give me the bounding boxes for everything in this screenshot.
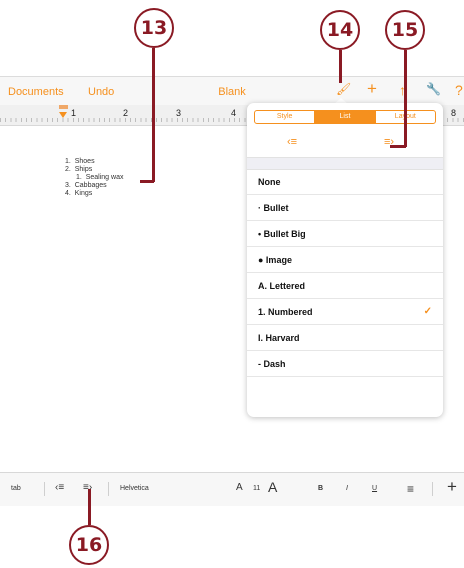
list-option-dash[interactable]: - Dash [247, 351, 443, 377]
list-option-label: • Bullet Big [258, 229, 306, 239]
list-item[interactable]: 1. Sealing wax [76, 174, 123, 181]
ruler-number: 2 [123, 108, 129, 118]
font-button[interactable]: Helvetica [120, 485, 149, 492]
callout-14-leader [339, 50, 342, 83]
list-option-label: I. Harvard [258, 333, 300, 343]
list-option-label: None [258, 177, 281, 187]
callout-15: 15 [385, 10, 425, 50]
italic-button[interactable]: I [346, 485, 348, 492]
insert-icon[interactable]: + [447, 477, 457, 497]
decrease-font-size-button[interactable]: A [236, 482, 243, 493]
add-icon[interactable]: + [367, 79, 377, 99]
list-option-bullet-big[interactable]: • Bullet Big [247, 221, 443, 247]
list-option-none[interactable]: None [247, 169, 443, 195]
callout-16: 16 [69, 525, 109, 565]
ruler-number: 4 [231, 108, 237, 118]
list-option-numbered[interactable]: 1. Numbered ✓ [247, 299, 443, 325]
callout-16-leader [88, 489, 91, 525]
format-segmented-control: Style List Layout [254, 110, 436, 124]
list-option-bullet[interactable]: · Bullet [247, 195, 443, 221]
list-option-lettered[interactable]: A. Lettered [247, 273, 443, 299]
list-item[interactable]: 4. Kings [65, 190, 92, 197]
format-popover: Style List Layout ‹≡ ≡› None · Bullet • … [247, 103, 443, 417]
callout-15-label: 15 [391, 19, 419, 41]
ruler-tab-stop[interactable] [59, 112, 67, 118]
align-icon[interactable]: ≡ [407, 482, 414, 496]
callout-13-leader [152, 48, 155, 182]
pages-app-screen: Documents Undo Blank 🖌 + ↑ 🔧 ? 1 2 3 4 8… [0, 76, 464, 506]
list-item[interactable]: 3. Cabbages [65, 182, 107, 189]
callout-14-label: 14 [326, 19, 354, 41]
indent-controls: ‹≡ ≡› [247, 131, 443, 158]
list-style-options: None · Bullet • Bullet Big ● Image A. Le… [247, 169, 443, 377]
ruler-number: 8 [451, 108, 457, 118]
tab-style[interactable]: Style [255, 111, 314, 123]
brush-icon[interactable]: 🖌 [336, 82, 351, 96]
font-size-value[interactable]: 11 [253, 485, 260, 492]
list-item[interactable]: 2. Ships [65, 166, 92, 173]
tab-button[interactable]: tab [11, 485, 21, 492]
toolbar-divider [432, 482, 433, 496]
callout-15-leader-tail [390, 145, 406, 148]
help-icon[interactable]: ? [455, 82, 463, 98]
format-toolbar: tab ‹≡ ≡› Helvetica A 11 A B I U ≡ + [0, 472, 464, 506]
bold-button[interactable]: B [318, 485, 323, 492]
list-option-label: ● Image [258, 255, 292, 265]
list-item[interactable]: 1. Shoes [65, 158, 95, 165]
ruler-indent-marker[interactable] [59, 105, 68, 109]
callout-14: 14 [320, 10, 360, 50]
callout-16-label: 16 [75, 534, 103, 556]
toolbar-divider [108, 482, 109, 496]
tab-list[interactable]: List [314, 111, 375, 123]
callout-13-label: 13 [140, 17, 168, 39]
list-option-harvard[interactable]: I. Harvard [247, 325, 443, 351]
checkmark-icon: ✓ [423, 306, 432, 317]
ruler-number: 1 [71, 108, 77, 118]
ruler-number: 3 [176, 108, 182, 118]
outdent-icon[interactable]: ‹≡ [287, 136, 297, 148]
callout-13: 13 [134, 8, 174, 48]
underline-button[interactable]: U [372, 485, 377, 492]
toolbar-divider [44, 482, 45, 496]
list-option-image[interactable]: ● Image [247, 247, 443, 273]
callout-13-leader-tail [140, 180, 154, 183]
document-title: Blank [218, 86, 246, 98]
list-option-label: · Bullet [258, 203, 289, 213]
outdent-icon[interactable]: ‹≡ [55, 482, 64, 493]
callout-15-leader [404, 50, 407, 147]
list-option-label: A. Lettered [258, 281, 306, 291]
wrench-icon[interactable]: 🔧 [426, 82, 441, 96]
list-option-label: - Dash [258, 359, 286, 369]
list-option-label: 1. Numbered [258, 307, 313, 317]
increase-font-size-button[interactable]: A [268, 479, 277, 495]
navigation-bar: Documents Undo Blank 🖌 + ↑ 🔧 ? [0, 77, 464, 105]
